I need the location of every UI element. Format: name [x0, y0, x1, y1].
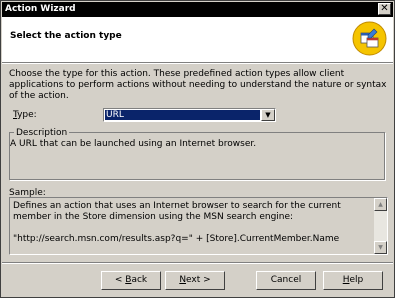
sample-textbox[interactable]: Defines an action that uses an Internet … — [9, 197, 388, 255]
close-button[interactable]: ✕ — [378, 3, 391, 15]
description-text: A URL that can be launched using an Inte… — [10, 139, 257, 149]
description-legend: Description — [14, 128, 70, 138]
type-dropdown[interactable]: URL ▼ — [103, 108, 276, 122]
help-button[interactable]: Help — [323, 271, 383, 290]
intro-text: Choose the type for this action. These p… — [9, 69, 387, 101]
header-separator — [2, 63, 393, 64]
page-title: Select the action type — [10, 31, 122, 41]
cancel-button[interactable]: Cancel — [256, 271, 316, 290]
action-wizard-window: Action Wizard ✕ Select the action type C… — [0, 0, 395, 298]
chevron-down-icon[interactable]: ▼ — [261, 109, 275, 121]
wizard-icon — [352, 21, 387, 56]
scroll-down-icon[interactable]: ▼ — [374, 241, 387, 254]
description-group: Description A URL that can be launched u… — [9, 128, 385, 180]
next-button[interactable]: Next > — [165, 271, 225, 290]
footer-separator — [2, 262, 393, 264]
scroll-up-icon[interactable]: ▲ — [374, 198, 387, 211]
window-title: Action Wizard — [5, 4, 76, 14]
vertical-scrollbar[interactable]: ▲ ▼ — [374, 198, 387, 254]
back-button[interactable]: < Back — [101, 271, 161, 290]
type-dropdown-value: URL — [105, 110, 260, 120]
type-label: Type: — [13, 110, 37, 120]
sample-text: Defines an action that uses an Internet … — [13, 201, 341, 244]
title-bar: Action Wizard ✕ — [2, 2, 393, 17]
wizard-header: Select the action type — [2, 17, 393, 63]
